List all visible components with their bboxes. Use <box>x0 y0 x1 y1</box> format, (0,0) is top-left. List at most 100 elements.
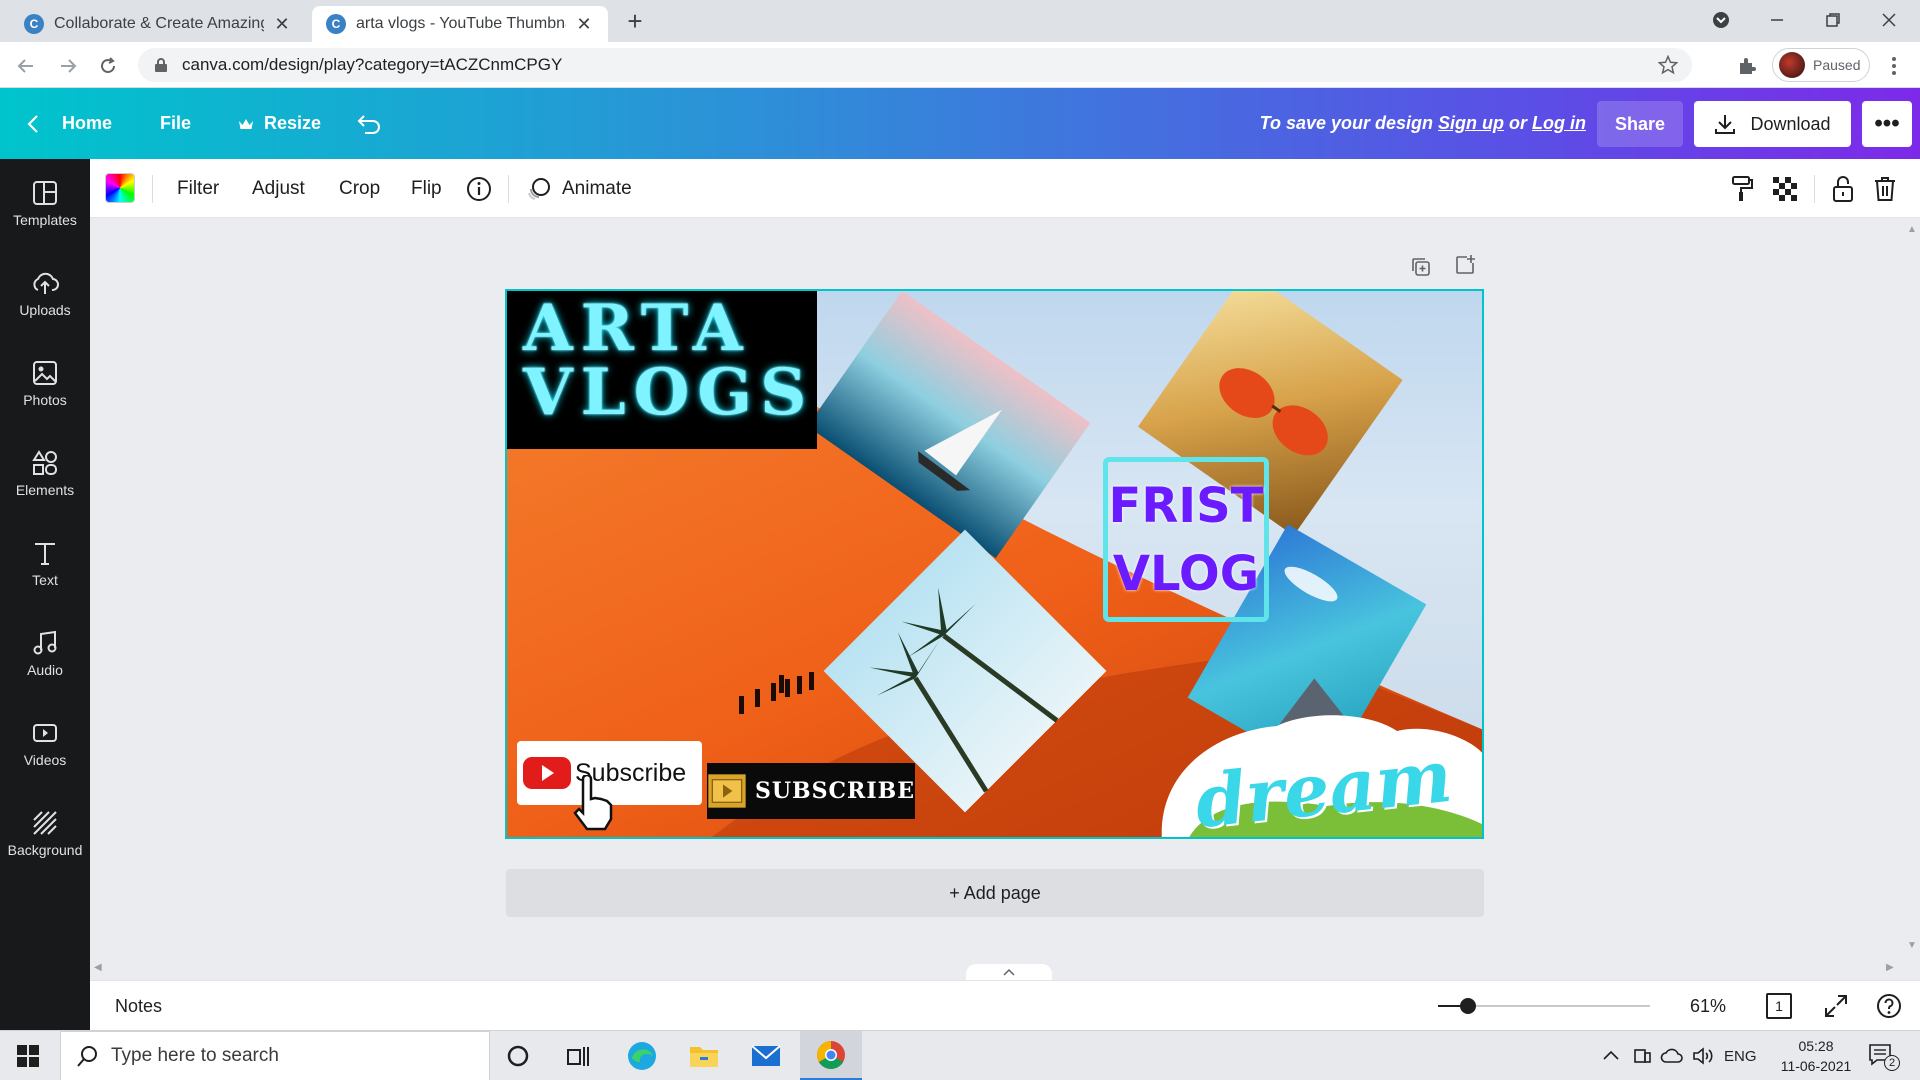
duplicate-page-button[interactable] <box>1410 256 1432 278</box>
page-count-button[interactable]: 1 <box>1766 993 1792 1019</box>
fullscreen-icon <box>1825 995 1847 1017</box>
sidebar-item-text[interactable]: Text <box>0 524 90 604</box>
flip-label: Flip <box>411 177 442 199</box>
sidebar-item-photos[interactable]: Photos <box>0 344 90 424</box>
adjust-button[interactable]: Adjust <box>252 159 305 218</box>
info-icon <box>467 176 491 201</box>
info-button[interactable] <box>466 159 492 218</box>
sidebar-item-background[interactable]: Background <box>0 794 90 874</box>
taskbar-chrome[interactable] <box>800 1031 862 1080</box>
start-button[interactable] <box>16 1044 40 1068</box>
new-tab-icon[interactable]: + <box>620 6 650 36</box>
design-title[interactable]: ARTA VLOGS <box>523 297 813 425</box>
taskbar-mail[interactable] <box>750 1040 782 1072</box>
sidebar-item-label: Background <box>7 842 83 858</box>
photos-icon <box>33 361 57 385</box>
onedrive-tray-icon[interactable] <box>1660 1046 1684 1066</box>
download-icon <box>1715 115 1736 134</box>
lock-button[interactable] <box>1832 159 1854 218</box>
add-page-button[interactable]: + Add page <box>506 869 1484 917</box>
side-panel-rail: Templates Uploads Photos Elements Text A… <box>0 159 90 1030</box>
zoom-slider[interactable] <box>1448 998 1650 1014</box>
first-vlog-frame[interactable]: FRIST VLOG <box>1103 457 1269 622</box>
cortana-button[interactable] <box>506 1044 530 1068</box>
browser-tab-arta-vlogs[interactable]: C arta vlogs - YouTube Thumbnail ✕ <box>312 6 608 42</box>
sidebar-item-templates[interactable]: Templates <box>0 164 90 244</box>
zoom-slider-handle[interactable] <box>1460 998 1477 1014</box>
delete-button[interactable] <box>1874 159 1896 218</box>
design-title-line1: ARTA <box>523 291 751 366</box>
notifications-button[interactable]: 2 <box>1868 1043 1900 1071</box>
close-tab-icon[interactable]: ✕ <box>272 14 292 35</box>
undo-button[interactable] <box>356 88 382 159</box>
tab-search-icon[interactable] <box>1696 6 1746 34</box>
volume-tray-icon[interactable] <box>1692 1046 1714 1066</box>
scroll-left-icon[interactable]: ◀ <box>94 962 102 973</box>
notification-count-badge: 2 <box>1884 1055 1900 1071</box>
vertical-scrollbar[interactable]: ▲ ▼ <box>1902 218 1920 980</box>
zoom-percentage[interactable]: 61% <box>1690 981 1726 1031</box>
bookmark-star-icon[interactable] <box>1658 55 1678 75</box>
save-design-hint: To save your design Sign up or Log in <box>1260 88 1586 159</box>
download-button[interactable]: Download <box>1694 101 1851 147</box>
sidebar-item-audio[interactable]: Audio <box>0 614 90 694</box>
browser-tab-collaborate[interactable]: C Collaborate & Create Amazing G ✕ <box>10 6 306 42</box>
more-options-button[interactable]: ••• <box>1862 101 1912 147</box>
taskbar-file-explorer[interactable] <box>688 1040 720 1072</box>
subscribe-graphic-gold[interactable]: SUBSCRIBE <box>707 763 915 819</box>
subscribe-graphic-red[interactable]: Subscribe <box>517 741 702 831</box>
close-window-icon[interactable] <box>1864 6 1914 34</box>
chevron-left-icon <box>27 114 38 133</box>
browser-menu-icon[interactable] <box>1878 50 1910 82</box>
clock[interactable]: 05:28 11-06-2021 <box>1768 1035 1864 1077</box>
flip-button[interactable]: Flip <box>411 159 442 218</box>
animate-label: Animate <box>562 177 632 199</box>
save-hint-text: To save your design <box>1259 113 1434 133</box>
notes-button[interactable]: Notes <box>115 981 162 1031</box>
sidebar-item-videos[interactable]: Videos <box>0 704 90 784</box>
forward-icon[interactable] <box>52 50 84 82</box>
scroll-right-icon[interactable]: ▶ <box>1886 962 1894 973</box>
sidebar-item-uploads[interactable]: Uploads <box>0 254 90 334</box>
resize-button[interactable]: Resize <box>238 88 321 159</box>
sidebar-item-elements[interactable]: Elements <box>0 434 90 514</box>
device-tray-icon[interactable] <box>1632 1046 1652 1066</box>
transparency-button[interactable] <box>1772 159 1798 218</box>
task-view-button[interactable] <box>566 1044 590 1068</box>
extensions-icon[interactable] <box>1731 50 1763 82</box>
add-page-icon-button[interactable] <box>1454 254 1476 276</box>
reload-icon[interactable] <box>92 50 124 82</box>
divider <box>152 175 153 203</box>
log-in-link[interactable]: Log in <box>1532 113 1586 134</box>
taskbar-search-box[interactable]: Type here to search <box>60 1031 490 1080</box>
filter-button[interactable]: Filter <box>177 159 219 218</box>
home-button[interactable]: Home <box>26 88 112 159</box>
chevron-up-icon <box>1003 968 1015 976</box>
crop-button[interactable]: Crop <box>339 159 380 218</box>
animate-button[interactable]: Animate <box>526 159 632 218</box>
notes-toggle-handle[interactable] <box>966 964 1052 980</box>
back-icon[interactable] <box>10 50 42 82</box>
share-label: Share <box>1614 113 1666 134</box>
language-indicator[interactable]: ENG <box>1724 1031 1757 1080</box>
show-hidden-icons-button[interactable] <box>1602 1046 1620 1064</box>
windows-logo-icon <box>17 1045 39 1067</box>
copy-style-button[interactable] <box>1730 159 1754 218</box>
help-icon <box>1877 994 1901 1018</box>
url-field[interactable]: canva.com/design/play?category=tACZCnmCP… <box>138 48 1692 82</box>
scroll-up-icon[interactable]: ▲ <box>1907 224 1917 235</box>
fullscreen-button[interactable] <box>1824 994 1848 1018</box>
color-swatch[interactable] <box>105 173 135 203</box>
restore-icon[interactable] <box>1808 6 1858 34</box>
file-menu-button[interactable]: File <box>160 88 191 159</box>
taskbar-edge[interactable] <box>626 1040 658 1072</box>
close-tab-icon[interactable]: ✕ <box>574 14 594 35</box>
scroll-down-icon[interactable]: ▼ <box>1907 940 1917 951</box>
search-placeholder: Type here to search <box>111 1045 279 1066</box>
sign-up-link[interactable]: Sign up <box>1438 113 1504 134</box>
help-button[interactable] <box>1876 993 1902 1019</box>
profile-button[interactable]: Paused <box>1772 48 1870 82</box>
design-page[interactable]: ARTA VLOGS FRIST VLOG Subscribe SUBSCRIB… <box>505 289 1484 839</box>
share-button[interactable]: Share <box>1597 101 1683 147</box>
minimize-icon[interactable] <box>1752 6 1802 34</box>
